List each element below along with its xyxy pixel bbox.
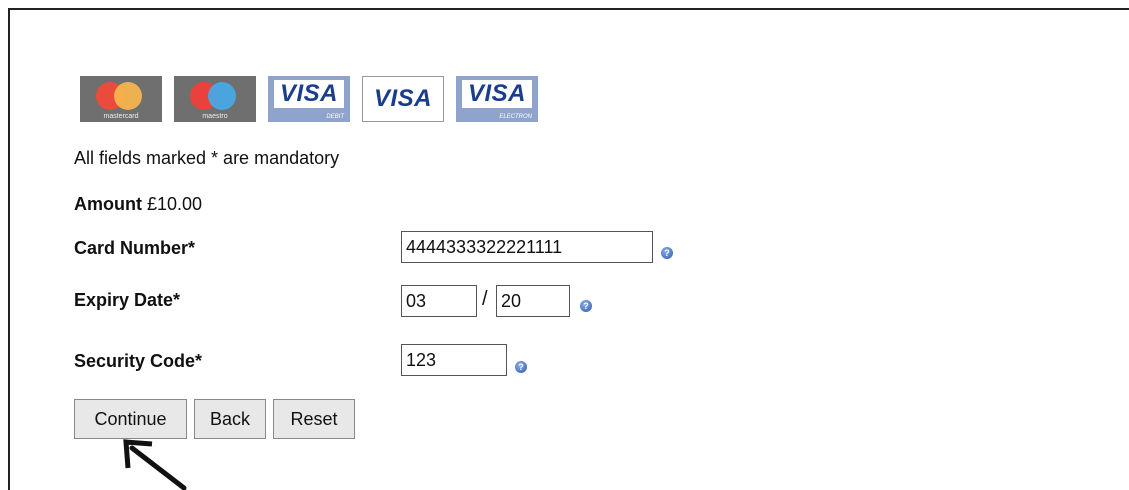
- amount-row: Amount £10.00: [74, 194, 202, 215]
- security-code-input[interactable]: [401, 344, 507, 376]
- card-number-input[interactable]: [401, 231, 653, 263]
- visa-debit-logo: VISA DEBIT: [268, 76, 350, 122]
- mastercard-caption: mastercard: [103, 113, 139, 120]
- card-number-help-icon[interactable]: ?: [661, 247, 673, 259]
- expiry-separator: /: [482, 288, 488, 310]
- reset-button[interactable]: Reset: [273, 399, 355, 439]
- card-logos: mastercard maestro VISA DEBIT VISA VISA …: [80, 76, 538, 122]
- maestro-logo: maestro: [174, 76, 256, 122]
- amount-label: Amount: [74, 194, 142, 214]
- expiry-month-input[interactable]: [401, 285, 477, 317]
- back-button[interactable]: Back: [194, 399, 266, 439]
- expiry-help-icon[interactable]: ?: [580, 300, 592, 312]
- mastercard-logo: mastercard: [80, 76, 162, 122]
- security-code-label: Security Code*: [74, 351, 203, 371]
- security-code-help-icon[interactable]: ?: [515, 361, 527, 373]
- mandatory-note: All fields marked * are mandatory: [74, 148, 340, 168]
- amount-value: £10.00: [147, 194, 203, 214]
- card-number-label: Card Number*: [74, 238, 196, 258]
- expiry-year-input[interactable]: [496, 285, 570, 317]
- expiry-date-label: Expiry Date*: [74, 290, 181, 310]
- visa-logo: VISA: [362, 76, 444, 122]
- visa-electron-logo: VISA ELECTRON: [456, 76, 538, 122]
- pointer-arrow-icon: [123, 439, 187, 490]
- maestro-caption: maestro: [202, 113, 228, 120]
